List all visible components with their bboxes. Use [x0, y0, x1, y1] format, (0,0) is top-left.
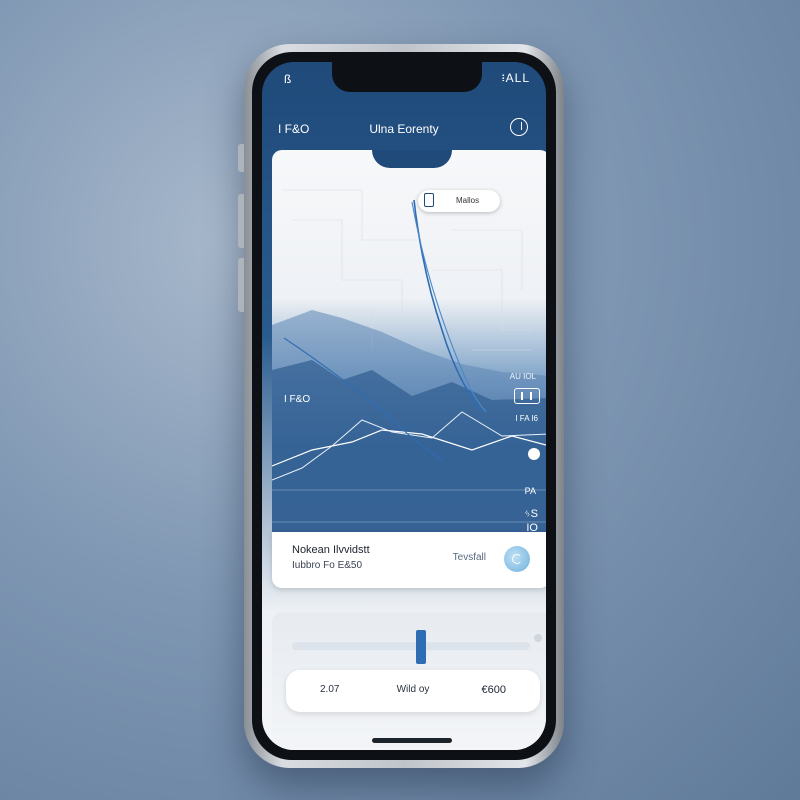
bottom-panel: 2.07 Wild oy €600: [272, 612, 546, 750]
layers-icon[interactable]: [514, 388, 540, 404]
dot-indicator: [534, 634, 542, 642]
info-subtitle: Iubbro Fo E&50: [292, 560, 363, 571]
page-title: Ulna Eorenty: [369, 122, 439, 136]
home-indicator[interactable]: [372, 738, 452, 743]
top-bar: I F&O Ulna Eorenty: [262, 118, 546, 142]
phone-device: ß ፧ALL I F&O Ulna Eorenty Mallos I F&O A…: [238, 44, 564, 768]
scale-label-mid: ᛃS: [524, 508, 538, 520]
volume-down-button: [238, 258, 244, 312]
app-screen: ß ፧ALL I F&O Ulna Eorenty Mallos I F&O A…: [262, 62, 546, 750]
location-popup[interactable]: Mallos: [418, 190, 500, 212]
status-left: ß: [284, 72, 292, 86]
map-view[interactable]: Mallos I F&O AU IOL I FA I6 PA ᛃS IO: [272, 150, 546, 574]
slider-handle[interactable]: [416, 630, 426, 664]
summary-pill[interactable]: 2.07 Wild oy €600: [286, 670, 540, 712]
map-left-label: I F&O: [284, 394, 311, 405]
info-title: Nokean Ilvvidstt: [292, 544, 370, 556]
scale-label-top: PA: [524, 486, 536, 496]
settings-icon[interactable]: [510, 118, 528, 136]
map-right-label: AU IOL: [509, 372, 536, 381]
locate-button[interactable]: [528, 448, 540, 460]
info-card[interactable]: Nokean Ilvvidstt Iubbro Fo E&50 Tevsfall: [272, 532, 546, 588]
map-tab-cutout: [372, 150, 452, 168]
map-right-label-2: I FA I6: [515, 414, 538, 423]
phone-bezel: ß ፧ALL I F&O Ulna Eorenty Mallos I F&O A…: [252, 52, 556, 760]
refresh-icon[interactable]: [504, 546, 530, 572]
volume-up-button: [238, 194, 244, 248]
notch: [332, 62, 482, 92]
summary-price: €600: [481, 684, 506, 696]
status-signal: ፧ALL: [501, 71, 530, 85]
info-action-link[interactable]: Tevsfall: [453, 552, 486, 563]
map-graphic: [272, 189, 546, 574]
mute-switch: [238, 144, 244, 172]
pin-icon: [424, 193, 434, 207]
popup-label: Mallos: [456, 196, 480, 205]
slider-track[interactable]: [292, 642, 530, 650]
